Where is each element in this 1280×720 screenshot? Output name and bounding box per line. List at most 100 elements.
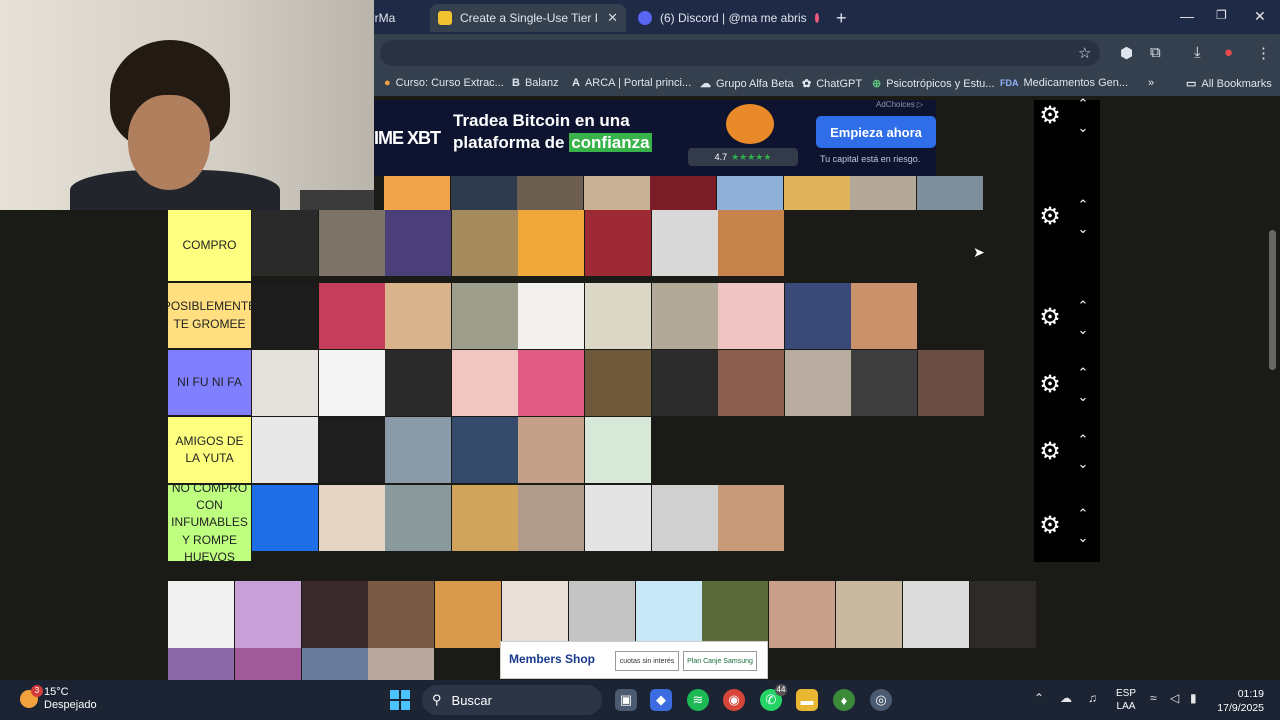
pool-image-tile[interactable]	[435, 581, 502, 648]
minimize-icon[interactable]: —	[1180, 8, 1194, 24]
bookmark-item[interactable]: FDA Medicamentos Gen...	[1000, 77, 1128, 89]
tier-image-tile[interactable]	[584, 485, 651, 551]
move-tier-up-icon[interactable]: ⌃	[1074, 506, 1092, 522]
tier-image-tile[interactable]	[651, 485, 718, 551]
pool-image-tile[interactable]	[835, 581, 902, 648]
tier-image-tile[interactable]	[450, 176, 517, 214]
tier-image-tile[interactable]	[385, 485, 452, 551]
pool-image-tile[interactable]	[902, 581, 969, 648]
move-tier-up-icon[interactable]: ⌃	[1074, 298, 1092, 314]
move-tier-down-icon[interactable]: ⌄	[1074, 120, 1092, 136]
app-icon[interactable]: ♦	[833, 689, 855, 711]
move-tier-up-icon[interactable]: ⌃	[1074, 197, 1092, 213]
tier-settings-gear-icon[interactable]: ⚙	[1038, 373, 1062, 397]
tier-label[interactable]: POSIBLEMENTE TE GROMEE	[163, 283, 256, 348]
wifi-icon[interactable]: ≈	[1150, 691, 1157, 705]
tier-image-tile[interactable]	[718, 485, 785, 551]
tier-image-tile[interactable]	[451, 417, 518, 483]
language-indicator[interactable]: ESP LAA	[1112, 687, 1140, 713]
tier-image-tile[interactable]	[518, 485, 585, 551]
pool-image-tile[interactable]	[168, 581, 234, 648]
tier-label[interactable]: COMPRO	[168, 210, 251, 281]
tier-image-tile[interactable]	[518, 417, 585, 483]
move-tier-down-icon[interactable]: ⌄	[1074, 221, 1092, 237]
tier-image-tile[interactable]	[584, 210, 651, 276]
bottom-ad-banner[interactable]: Members Shop cuotas sin interés Plan Can…	[500, 641, 768, 679]
address-bar[interactable]	[380, 40, 1100, 66]
tier-image-tile[interactable]	[518, 283, 585, 349]
taskbar-search[interactable]: ⚲ Buscar	[422, 685, 602, 715]
tier-image-tile[interactable]	[651, 283, 718, 349]
tier-label[interactable]: NO COMPRO CON INFUMABLES Y ROMPE HUEVOS	[168, 481, 251, 564]
tier-image-tile[interactable]	[716, 176, 783, 214]
all-bookmarks-button[interactable]: ▭ All Bookmarks	[1186, 77, 1272, 90]
extensions-puzzle-icon[interactable]: ⧉	[1150, 44, 1161, 61]
ad-banner[interactable]: IME XBT Tradea Bitcoin en una plataforma…	[374, 100, 936, 176]
restore-icon[interactable]: ❐	[1216, 8, 1227, 22]
system-clock[interactable]: 01:19 17/9/2025	[1200, 687, 1264, 715]
tier-image-tile[interactable]	[650, 176, 717, 214]
bookmark-star-icon[interactable]: ☆	[1078, 44, 1091, 62]
copilot-icon[interactable]: ◆	[650, 689, 672, 711]
battery-icon[interactable]: ▮	[1190, 691, 1197, 705]
tier-image-tile[interactable]	[583, 176, 650, 214]
bookmark-item[interactable]: ✿ ChatGPT	[802, 77, 862, 90]
page-scrollbar[interactable]	[1266, 100, 1280, 680]
tier-image-tile[interactable]	[318, 417, 385, 483]
move-tier-up-icon[interactable]: ⌃	[1074, 432, 1092, 448]
tier-image-tile[interactable]	[651, 350, 718, 416]
pool-image-tile[interactable]	[635, 581, 702, 648]
task-view-icon[interactable]: ▣	[615, 689, 637, 711]
adchoices-label[interactable]: AdChoices ▷	[876, 100, 923, 109]
tier-image-tile[interactable]	[851, 350, 918, 416]
tier-image-tile[interactable]	[451, 350, 518, 416]
menu-kebab-icon[interactable]: ⋮	[1256, 44, 1271, 62]
tier-image-tile[interactable]	[584, 417, 651, 483]
tier-image-tile[interactable]	[783, 176, 850, 214]
bookmark-item[interactable]: ⊕ Psicotrópicos y Estu...	[872, 77, 994, 90]
tier-image-tile[interactable]	[385, 283, 452, 349]
tier-image-tile[interactable]	[584, 283, 651, 349]
tier-image-tile[interactable]	[318, 283, 385, 349]
pool-image-tile[interactable]	[769, 581, 836, 648]
move-tier-up-icon[interactable]: ⌃	[1074, 96, 1092, 112]
bookmark-item[interactable]: B Balanz	[512, 77, 559, 89]
tier-image-tile[interactable]	[651, 210, 718, 276]
pool-image-tile[interactable]	[702, 581, 769, 648]
tier-image-tile[interactable]	[850, 176, 917, 214]
volume-icon[interactable]: ◁	[1170, 691, 1179, 705]
whatsapp-icon[interactable]: ✆ 44	[760, 684, 787, 711]
tier-image-tile[interactable]	[384, 176, 450, 214]
tier-image-tile[interactable]	[252, 350, 318, 416]
tier-settings-gear-icon[interactable]: ⚙	[1038, 440, 1062, 464]
move-tier-down-icon[interactable]: ⌄	[1074, 456, 1092, 472]
tier-image-tile[interactable]	[784, 283, 851, 349]
weather-widget[interactable]: 3 15°C Despejado	[20, 685, 97, 712]
tier-image-tile[interactable]	[451, 210, 518, 276]
windows-start-icon[interactable]	[390, 690, 410, 710]
tier-image-tile[interactable]	[851, 283, 918, 349]
bookmark-item[interactable]: A ARCA | Portal princi...	[572, 77, 691, 89]
bookmark-item[interactable]: ☁ Grupo Alfa Beta	[700, 77, 794, 90]
profile-avatar-icon[interactable]: ●	[1224, 44, 1233, 61]
tier-image-tile[interactable]	[517, 176, 584, 214]
tier-image-tile[interactable]	[718, 210, 785, 276]
tier-image-tile[interactable]	[784, 350, 851, 416]
obs-icon[interactable]: ◎	[870, 689, 892, 711]
onedrive-icon[interactable]: ☁	[1060, 691, 1072, 705]
tray-overflow-icon[interactable]: ⌃	[1034, 691, 1044, 705]
tier-image-tile[interactable]	[917, 350, 984, 416]
tier-image-tile[interactable]	[318, 350, 385, 416]
tier-image-tile[interactable]	[318, 485, 385, 551]
pool-image-tile[interactable]	[234, 581, 301, 648]
tier-settings-gear-icon[interactable]: ⚙	[1038, 205, 1062, 229]
tier-image-tile[interactable]	[451, 283, 518, 349]
tier-image-tile[interactable]	[318, 210, 385, 276]
tier-image-tile[interactable]	[252, 210, 318, 276]
extension-icon[interactable]: ⬢	[1120, 44, 1133, 62]
tier-label[interactable]: NI FU NI FA	[168, 350, 251, 415]
tier-image-tile[interactable]	[385, 210, 452, 276]
tier-image-tile[interactable]	[518, 210, 585, 276]
move-tier-down-icon[interactable]: ⌄	[1074, 389, 1092, 405]
tier-settings-gear-icon[interactable]: ⚙	[1038, 306, 1062, 330]
